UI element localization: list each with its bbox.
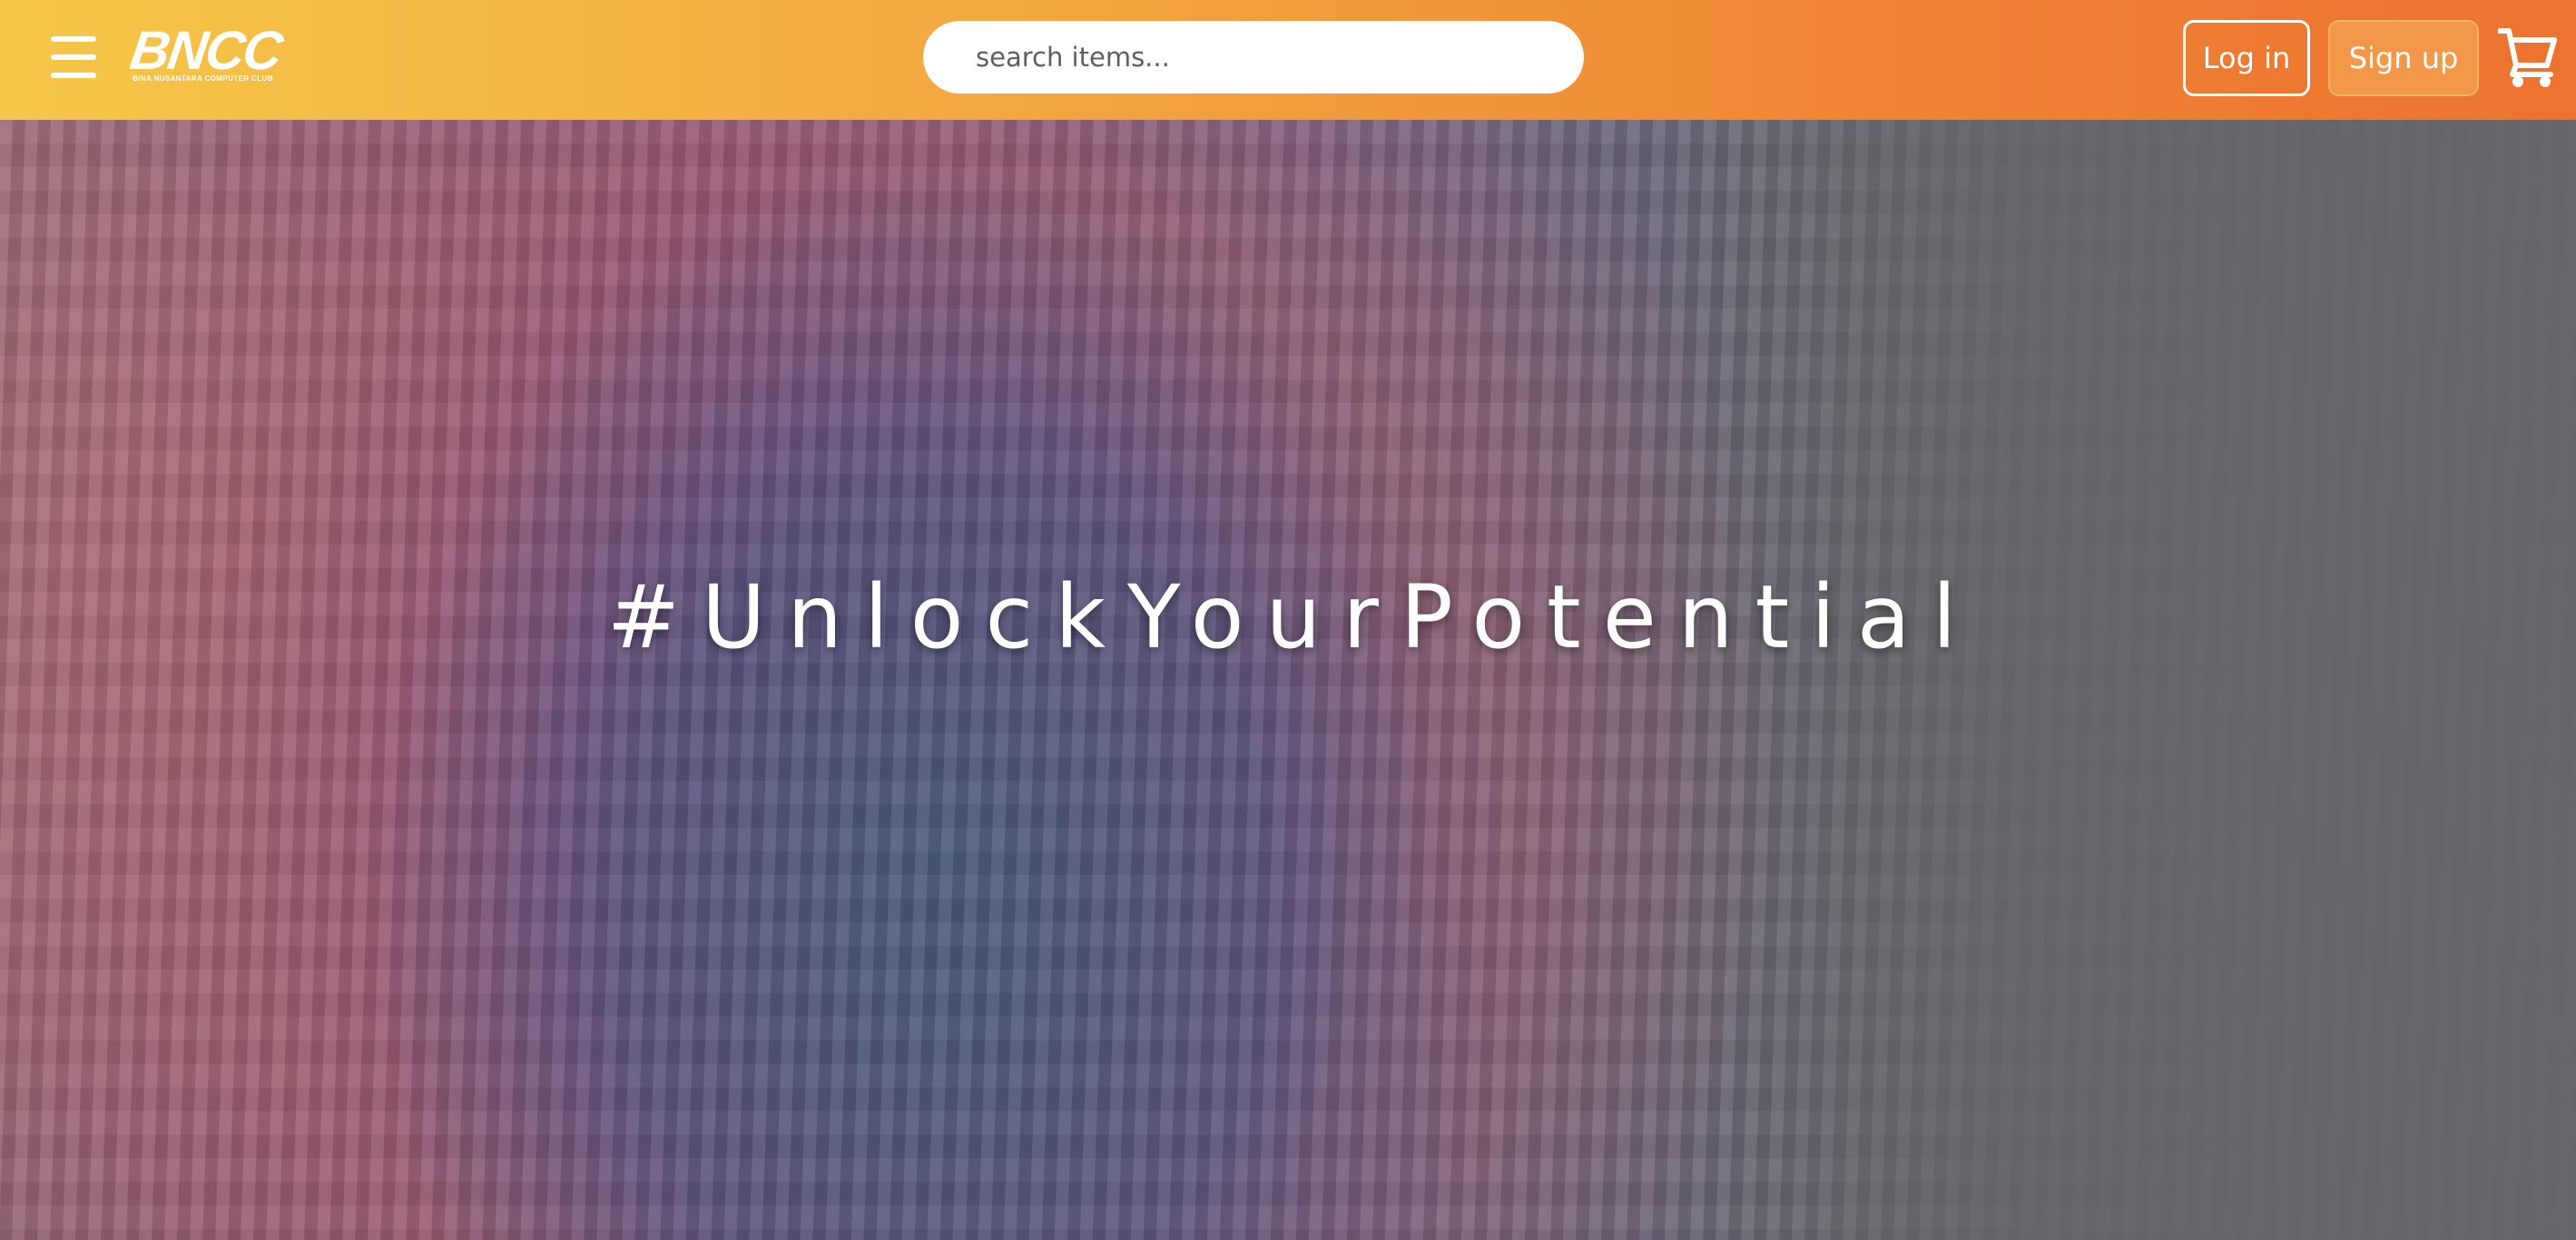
signup-button[interactable]: Sign up <box>2328 20 2479 96</box>
hamburger-line <box>51 73 96 78</box>
logo[interactable]: BNCC BINA NUSANTARA COMPUTER CLUB <box>126 20 309 85</box>
search-input[interactable] <box>923 21 1584 93</box>
hero-overlay <box>0 120 2576 1240</box>
logo-tagline: BINA NUSANTARA COMPUTER CLUB <box>133 74 273 83</box>
hero-title: #UnlockYourPotential <box>606 566 1979 668</box>
logo-text: BNCC <box>126 20 286 81</box>
hamburger-menu-icon[interactable] <box>51 36 96 78</box>
shopping-cart-icon[interactable] <box>2497 25 2558 89</box>
page: BNCC BINA NUSANTARA COMPUTER CLUB Log in… <box>0 0 2576 1240</box>
hamburger-line <box>51 54 96 60</box>
login-button[interactable]: Log in <box>2183 20 2310 96</box>
hamburger-line <box>51 36 96 42</box>
navbar: BNCC BINA NUSANTARA COMPUTER CLUB Log in… <box>0 0 2576 120</box>
hero-banner: #UnlockYourPotential <box>0 120 2576 1240</box>
